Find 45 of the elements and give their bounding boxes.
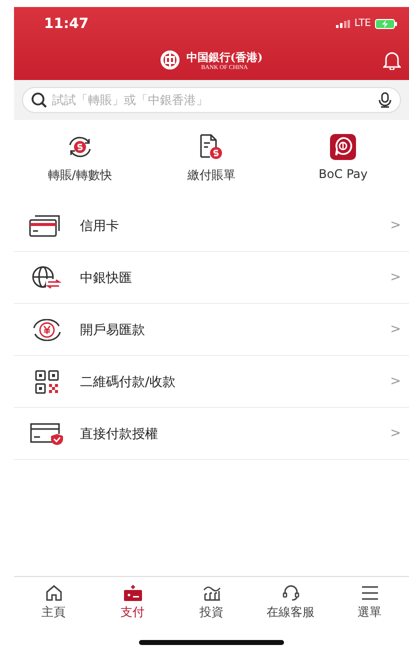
signal-icon [336, 20, 350, 28]
yen-exchange-icon [31, 318, 63, 340]
bell-icon[interactable] [383, 50, 401, 70]
menu-item[interactable]: 開戶易匯款 > [14, 304, 409, 356]
menu-item-label: 中銀快匯 [80, 270, 133, 286]
chart-icon [202, 585, 222, 601]
menu-item-label: 信用卡 [80, 218, 120, 234]
nav-tab[interactable]: 支付 [98, 585, 168, 626]
menu-item-label: 直接付款授權 [80, 426, 159, 442]
quick-action-button[interactable]: BoC Pay [288, 134, 398, 184]
card-authorization-icon [29, 422, 65, 446]
quick-action-button[interactable]: 轉賬/轉數快 [24, 134, 135, 184]
chevron-icon: > [390, 270, 401, 285]
nav-tab[interactable]: 投資 [176, 585, 246, 626]
nav-tab[interactable]: 選單 [334, 585, 404, 626]
home-icon [44, 585, 62, 601]
menu-item-label: 開戶易匯款 [80, 322, 146, 338]
nav-tab[interactable]: 主頁 [18, 585, 88, 626]
battery-icon [375, 18, 397, 28]
bill-icon [199, 134, 224, 160]
chevron-icon: > [390, 218, 401, 233]
wallet-app-icon [330, 134, 356, 160]
menu-icon [360, 585, 378, 601]
quick-action-button[interactable]: 繳付賬單 [156, 134, 266, 184]
headset-icon [282, 585, 300, 601]
chevron-icon: > [390, 322, 401, 337]
transfer-icon [66, 134, 93, 160]
logo-title: 中国銀行(香港) [186, 50, 263, 64]
search-icon [31, 92, 47, 108]
logo-icon [160, 50, 180, 70]
menu-item-label: 二維碼付款/收款 [80, 374, 176, 390]
search-field[interactable]: 試試「轉賬」或「中銀香港」 [22, 87, 401, 113]
chevron-icon: > [390, 374, 401, 389]
status-time: 11:47 [44, 16, 89, 32]
menu-item[interactable]: 二維碼付款/收款 > [14, 356, 409, 408]
chevron-icon: > [390, 426, 401, 441]
microphone-icon[interactable] [378, 92, 392, 108]
qr-code-icon [35, 370, 59, 394]
menu-item[interactable]: 信用卡 > [14, 200, 409, 252]
network-type: LTE [354, 18, 371, 29]
nav-tab[interactable]: 在線客服 [256, 585, 326, 626]
cash-register-icon [122, 585, 142, 601]
globe-exchange-icon [31, 264, 63, 290]
menu-item[interactable]: 直接付款授權 > [14, 408, 409, 460]
menu-item[interactable]: 中銀快匯 > [14, 252, 409, 304]
